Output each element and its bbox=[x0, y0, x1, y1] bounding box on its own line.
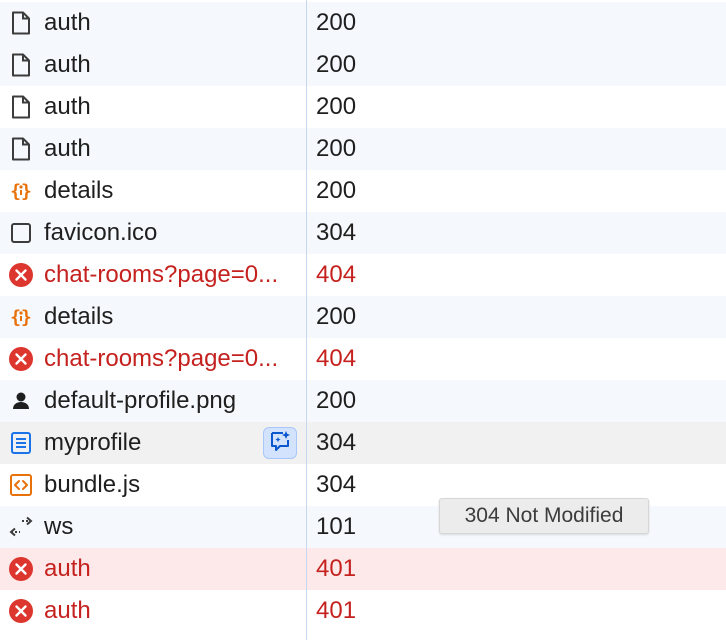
request-name: auth bbox=[44, 597, 91, 624]
error-icon bbox=[8, 346, 34, 372]
table-row[interactable]: auth 401 bbox=[0, 590, 726, 632]
name-cell[interactable]: auth bbox=[0, 86, 306, 128]
status-cell: 200 bbox=[316, 9, 357, 36]
status-cell: 200 bbox=[316, 303, 357, 330]
image-person-icon bbox=[8, 388, 34, 414]
request-name: favicon.ico bbox=[44, 219, 158, 246]
network-request-table: auth 200 auth 200 auth 200 auth 200 {} d… bbox=[0, 2, 726, 632]
request-name: auth bbox=[44, 51, 91, 78]
status-cell: 200 bbox=[316, 135, 357, 162]
name-cell[interactable]: ws bbox=[0, 506, 306, 548]
table-row[interactable]: auth 200 bbox=[0, 128, 726, 170]
name-cell[interactable]: default-profile.png bbox=[0, 380, 306, 422]
ai-assistance-button[interactable] bbox=[263, 427, 297, 459]
request-name: auth bbox=[44, 555, 91, 582]
name-cell[interactable]: auth bbox=[0, 128, 306, 170]
status-cell: 304 bbox=[316, 219, 357, 246]
json-icon: {} bbox=[8, 178, 34, 204]
ai-assist-icon bbox=[268, 429, 292, 458]
request-name: auth bbox=[44, 9, 91, 36]
error-icon bbox=[8, 598, 34, 624]
error-icon bbox=[8, 262, 34, 288]
table-row[interactable]: {} details 200 bbox=[0, 296, 726, 338]
name-cell[interactable]: auth bbox=[0, 548, 306, 590]
name-cell[interactable]: chat-rooms?page=0... bbox=[0, 338, 306, 380]
websocket-icon bbox=[8, 514, 34, 540]
table-row[interactable]: {} details 200 bbox=[0, 170, 726, 212]
status-cell: 200 bbox=[316, 387, 357, 414]
name-cell[interactable]: favicon.ico bbox=[0, 212, 306, 254]
status-cell: 304 bbox=[316, 429, 357, 456]
table-row[interactable]: chat-rooms?page=0... 404 bbox=[0, 254, 726, 296]
script-icon bbox=[8, 472, 34, 498]
request-name: chat-rooms?page=0... bbox=[44, 261, 279, 288]
request-name: chat-rooms?page=0... bbox=[44, 345, 279, 372]
name-cell[interactable]: bundle.js bbox=[0, 464, 306, 506]
status-cell: 404 bbox=[316, 261, 357, 288]
document-icon bbox=[8, 52, 34, 78]
status-cell: 200 bbox=[316, 51, 357, 78]
table-row[interactable]: auth 401 bbox=[0, 548, 726, 590]
status-tooltip: 304 Not Modified bbox=[439, 498, 649, 534]
table-row[interactable]: auth 200 bbox=[0, 44, 726, 86]
json-icon: {} bbox=[8, 304, 34, 330]
error-icon bbox=[8, 556, 34, 582]
table-row[interactable]: default-profile.png 200 bbox=[0, 380, 726, 422]
request-name: ws bbox=[44, 513, 74, 540]
name-cell[interactable]: myprofile bbox=[0, 422, 306, 464]
request-name: auth bbox=[44, 135, 91, 162]
document-icon bbox=[8, 94, 34, 120]
request-name: bundle.js bbox=[44, 471, 141, 498]
column-divider[interactable] bbox=[306, 0, 307, 640]
request-name: myprofile bbox=[44, 429, 142, 456]
request-name: details bbox=[44, 303, 114, 330]
status-cell: 200 bbox=[316, 177, 357, 204]
name-cell[interactable]: auth bbox=[0, 44, 306, 86]
table-row[interactable]: favicon.ico 304 bbox=[0, 212, 726, 254]
table-row[interactable]: myprofile 304 bbox=[0, 422, 726, 464]
document-icon bbox=[8, 136, 34, 162]
table-row[interactable]: auth 200 bbox=[0, 2, 726, 44]
request-name: auth bbox=[44, 93, 91, 120]
status-cell: 401 bbox=[316, 555, 357, 582]
blank-file-icon bbox=[8, 220, 34, 246]
status-cell: 200 bbox=[316, 93, 357, 120]
status-cell: 401 bbox=[316, 597, 357, 624]
request-name: details bbox=[44, 177, 114, 204]
name-cell[interactable]: {} details bbox=[0, 170, 306, 212]
request-name: default-profile.png bbox=[44, 387, 237, 414]
name-cell[interactable]: chat-rooms?page=0... bbox=[0, 254, 306, 296]
table-row[interactable]: auth 200 bbox=[0, 86, 726, 128]
document-icon bbox=[8, 10, 34, 36]
name-cell[interactable]: auth bbox=[0, 2, 306, 44]
table-row[interactable]: chat-rooms?page=0... 404 bbox=[0, 338, 726, 380]
html-document-icon bbox=[8, 430, 34, 456]
name-cell[interactable]: auth bbox=[0, 590, 306, 632]
name-cell[interactable]: {} details bbox=[0, 296, 306, 338]
status-cell: 404 bbox=[316, 345, 357, 372]
